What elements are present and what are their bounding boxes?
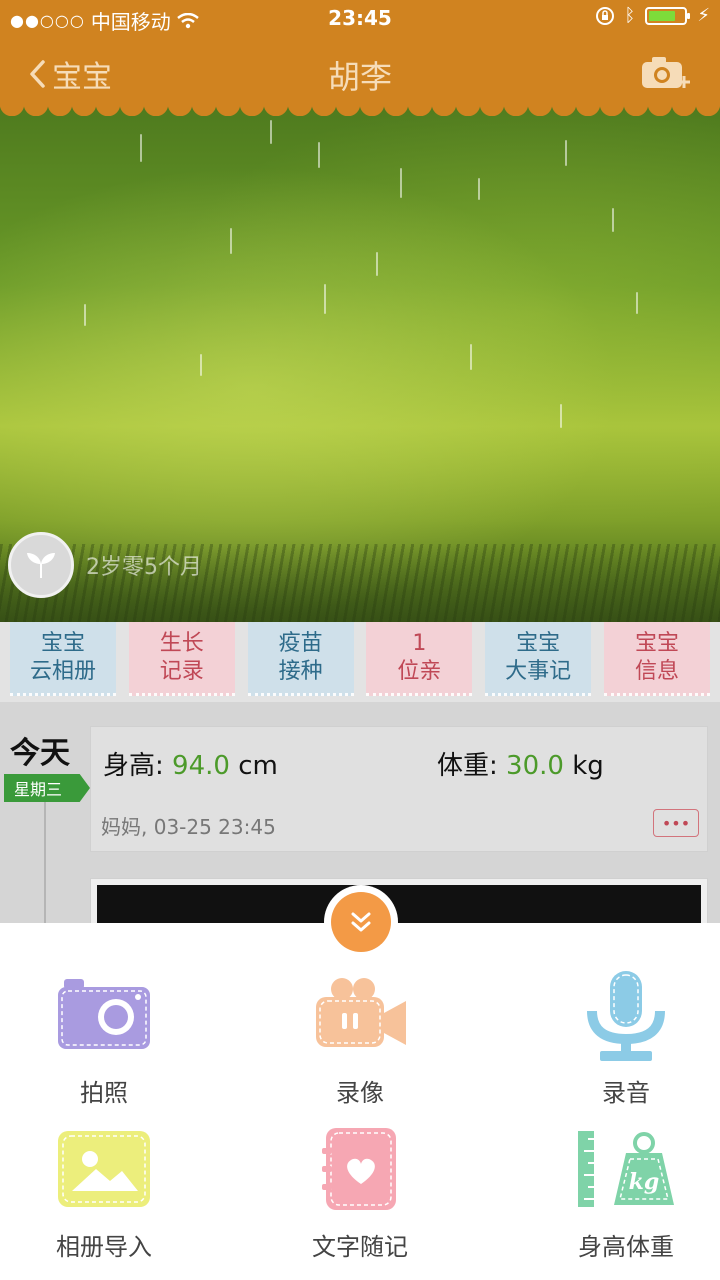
status-icons: ᛒ ⚡ <box>595 5 710 26</box>
action-label: 文字随记 <box>312 1233 408 1261</box>
tab-label-line2: 位亲 <box>397 658 442 684</box>
nav-scallop-edge <box>0 104 720 116</box>
growth-record-card[interactable]: 身高: 94.0 cm 体重: 30.0 kg 妈妈, 03-25 23:45 … <box>90 726 708 852</box>
action-sheet: 拍照 录像 录音 相册导入 文字随记 kg 身高体重 <box>0 923 720 1280</box>
action-label: 录音 <box>602 1079 650 1107</box>
page-title: 胡李 <box>327 58 392 96</box>
status-bar: ●●○○○ 中国移动 23:45 ᛒ ⚡ <box>0 0 720 36</box>
take-photo-button[interactable]: 拍照 <box>4 965 204 1108</box>
action-label: 身高体重 <box>578 1233 674 1261</box>
tab-label-line1: 生长 <box>159 630 204 656</box>
age-text: 2岁零5个月 <box>86 555 202 580</box>
height-unit: cm <box>238 751 278 781</box>
microphone-icon <box>587 971 665 1061</box>
cover-photo[interactable]: 2岁零5个月 <box>0 104 720 624</box>
height-value: 94.0 <box>172 751 230 781</box>
bluetooth-icon: ᛒ <box>624 5 636 26</box>
tab-label-line1: 1 <box>412 630 427 656</box>
svg-text:kg: kg <box>629 1169 660 1195</box>
tab-label-line2: 云相册 <box>29 658 96 684</box>
photo-album-icon <box>58 1131 150 1207</box>
record-video-button[interactable]: 录像 <box>260 965 460 1108</box>
today-label: 今天 <box>10 736 70 771</box>
weight-label: 体重: <box>437 751 498 781</box>
avatar[interactable] <box>8 532 74 598</box>
notebook-heart-icon <box>322 1128 396 1210</box>
camera-icon <box>58 979 150 1049</box>
tab-label-line2: 接种 <box>278 658 323 684</box>
text-note-button[interactable]: 文字随记 <box>260 1119 460 1262</box>
weight-unit: kg <box>572 751 604 781</box>
action-label: 相册导入 <box>56 1233 152 1261</box>
height-weight-button[interactable]: kg 身高体重 <box>526 1119 720 1262</box>
tab-label-line2: 大事记 <box>505 658 572 684</box>
battery-icon <box>645 6 691 25</box>
video-camera-icon <box>316 978 406 1047</box>
weight-value: 30.0 <box>506 751 564 781</box>
action-label: 录像 <box>336 1079 384 1107</box>
tab-baby-info[interactable]: 宝宝 信息 <box>603 622 710 696</box>
height-metric: 身高: 94.0 cm <box>103 745 278 782</box>
add-photo-button[interactable] <box>640 54 692 94</box>
tab-growth-record[interactable]: 生长 记录 <box>128 622 235 696</box>
more-button[interactable]: ••• <box>653 809 699 837</box>
tab-label-line2: 信息 <box>634 658 679 684</box>
navigation-bar: 宝宝 胡李 <box>0 36 720 104</box>
height-weight-icon: kg <box>578 1131 674 1207</box>
tab-label-line2: 记录 <box>159 658 204 684</box>
collapse-button[interactable] <box>324 885 398 959</box>
height-label: 身高: <box>103 751 164 781</box>
tab-label-line1: 疫苗 <box>278 630 323 656</box>
tab-label-line1: 宝宝 <box>634 630 679 656</box>
tab-cloud-album[interactable]: 宝宝 云相册 <box>10 622 116 696</box>
weight-metric: 体重: 30.0 kg <box>437 745 604 782</box>
record-meta: 妈妈, 03-25 23:45 <box>101 815 276 839</box>
tab-label-line1: 宝宝 <box>516 630 561 656</box>
sprout-icon <box>27 553 55 578</box>
tab-milestones[interactable]: 宝宝 大事记 <box>485 622 592 696</box>
tab-vaccination[interactable]: 疫苗 接种 <box>247 622 354 696</box>
rotation-lock-icon <box>595 6 614 25</box>
feature-tabs: 宝宝 云相册 生长 记录 疫苗 接种 1 位亲 宝宝 大事记 宝宝 信息 <box>0 622 720 702</box>
tab-label-line1: 宝宝 <box>40 630 85 656</box>
weekday-badge: 星期三 <box>4 774 90 802</box>
import-album-button[interactable]: 相册导入 <box>4 1119 204 1262</box>
tab-relatives[interactable]: 1 位亲 <box>366 622 473 696</box>
camera-add-icon <box>642 57 690 88</box>
action-label: 拍照 <box>80 1079 128 1107</box>
charging-icon: ⚡ <box>697 5 710 26</box>
record-audio-button[interactable]: 录音 <box>526 965 720 1108</box>
double-chevron-down-icon <box>351 912 371 932</box>
baby-age: 2岁零5个月 <box>8 532 202 598</box>
timeline-line <box>44 802 46 932</box>
